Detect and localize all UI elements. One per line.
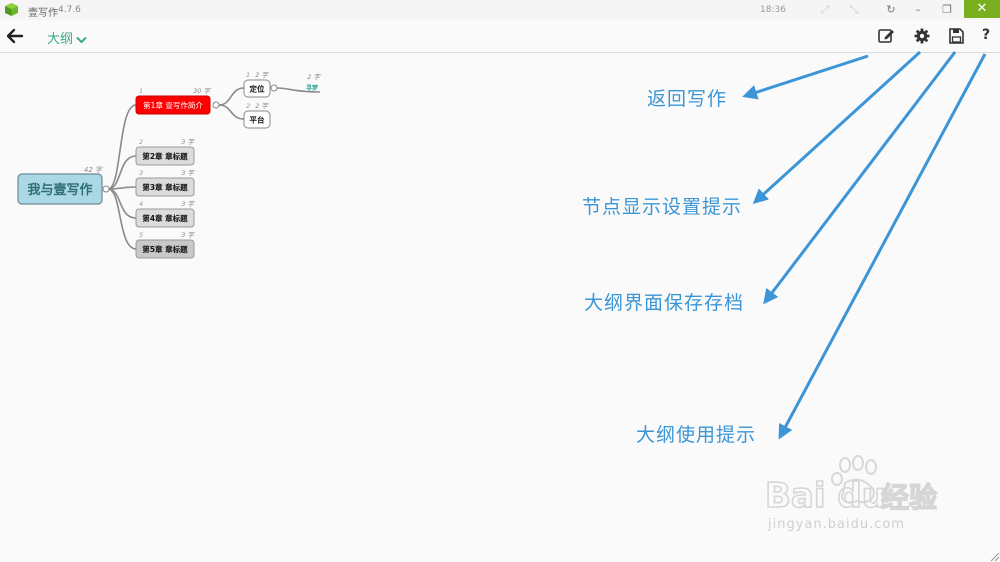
arrow-to-help-label [778, 53, 987, 440]
resize-grip-icon[interactable] [988, 550, 1000, 562]
watermark-brand: Bai du [765, 476, 886, 516]
annotation-outline-save: 大纲界面保存存档 [584, 292, 745, 314]
arrow-to-save-label [763, 51, 957, 305]
annotation-node-display-settings: 节点显示设置提示 [582, 196, 743, 218]
watermark-suffix: 经验 [881, 481, 937, 514]
annotation-outline-help: 大纲使用提示 [636, 424, 757, 446]
watermark-url: jingyan.baidu.com [768, 517, 905, 532]
arrow-to-settings-label [752, 50, 922, 205]
annotation-back-writing: 返回写作 [647, 88, 728, 110]
arrow-to-back-label [742, 54, 869, 100]
